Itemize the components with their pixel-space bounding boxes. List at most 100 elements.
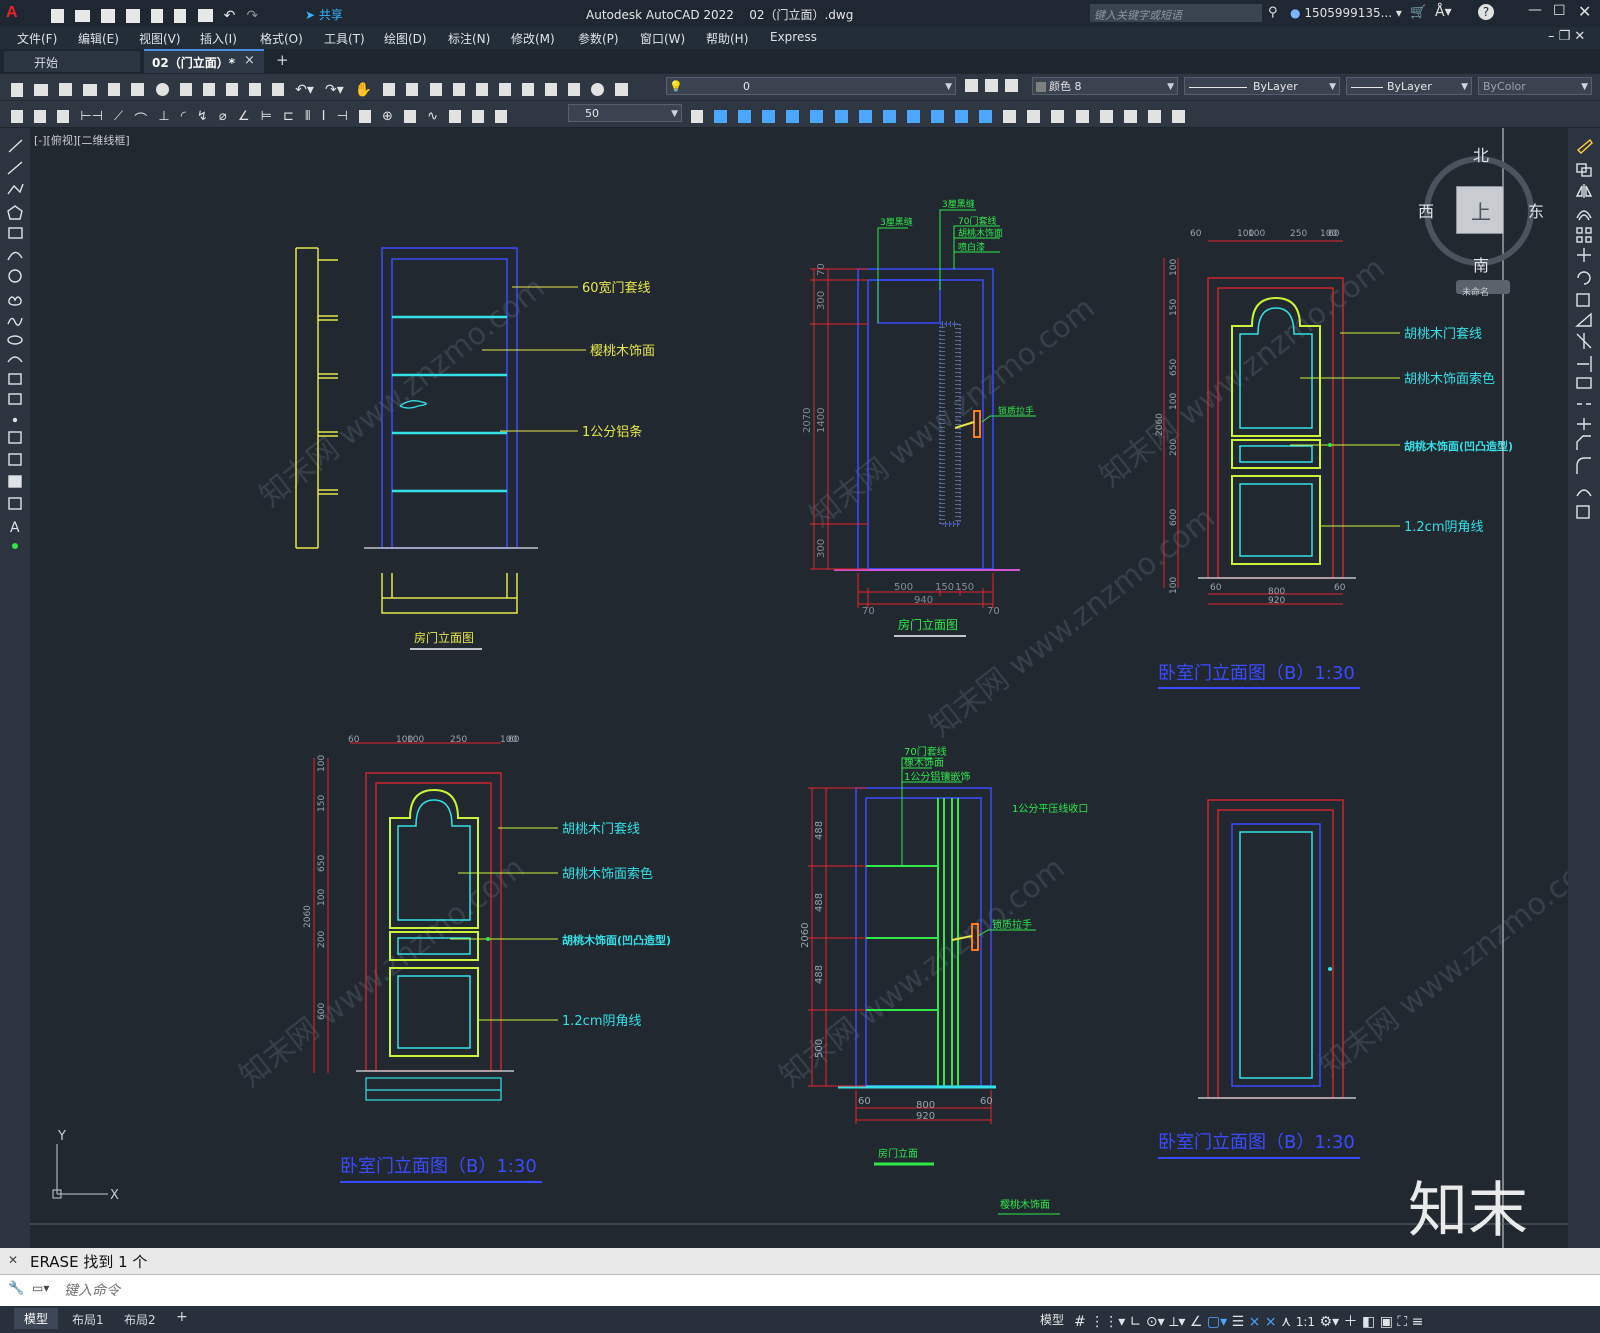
dim-text-edit-icon[interactable]	[472, 110, 485, 123]
menu-draw[interactable]: 绘图(D)	[384, 30, 427, 47]
search-icon[interactable]: ⚲	[1268, 5, 1278, 20]
add-layout-button[interactable]: +	[176, 1309, 188, 1325]
layer-previous-icon[interactable]	[985, 79, 998, 92]
web-icon[interactable]	[155, 83, 169, 96]
door-elevation-5[interactable]: 488 488 2060 488 500 60 800 60 920 70门套线…	[800, 745, 1088, 1166]
object-snap-icon[interactable]: ▢▾	[1207, 1314, 1227, 1330]
mirror-icon[interactable]	[738, 110, 752, 123]
customization-icon[interactable]: ≡	[1412, 1314, 1424, 1330]
stretch-icon[interactable]	[882, 110, 896, 123]
scale-icon[interactable]	[858, 110, 872, 123]
dim-continue-icon[interactable]: ⫴	[305, 109, 310, 125]
layout-tab-1[interactable]: 布局1	[72, 1311, 104, 1328]
menu-file[interactable]: 文件(F)	[17, 30, 57, 47]
share-button[interactable]: ➤ 共享	[305, 6, 343, 23]
dim-aligned-icon[interactable]: ⟋	[114, 109, 123, 125]
pan-icon[interactable]: ✋	[355, 82, 372, 98]
array-icon[interactable]	[786, 110, 800, 123]
chamfer-icon[interactable]	[1003, 110, 1017, 123]
object-snap-tracking-icon[interactable]: ∠	[1190, 1314, 1203, 1330]
color-dropdown[interactable]: 颜色 8 ▼	[1032, 77, 1178, 95]
plot-icon[interactable]	[83, 83, 98, 96]
zoom-window-icon[interactable]	[406, 83, 419, 96]
draworder-icon[interactable]	[1123, 110, 1137, 123]
dim-diameter-icon[interactable]: ⌀	[219, 109, 227, 125]
move-icon[interactable]	[810, 110, 824, 123]
isodraft-icon[interactable]: ⟂▾	[1169, 1314, 1185, 1330]
markup-icon[interactable]	[545, 83, 558, 96]
cut-icon[interactable]	[179, 83, 192, 96]
help-icon[interactable]	[591, 83, 605, 96]
open-icon[interactable]	[34, 83, 49, 96]
dim-break-icon[interactable]: ⊣	[337, 109, 348, 125]
sheetset-icon[interactable]	[521, 83, 534, 96]
command-close-icon[interactable]: ✕	[8, 1253, 18, 1267]
ucs-menu[interactable]: 未命名	[1456, 280, 1510, 298]
group-icon[interactable]	[1075, 110, 1089, 123]
quick-dim-icon[interactable]: ⊨	[261, 109, 272, 125]
jogged-linear-icon[interactable]: ∿	[427, 109, 438, 125]
menu-insert[interactable]: 插入(I)	[200, 30, 237, 47]
menu-edit[interactable]: 编辑(E)	[78, 30, 119, 47]
zoom-previous-icon[interactable]	[429, 83, 442, 96]
send-back-icon[interactable]	[1171, 110, 1185, 123]
layout-tab-2[interactable]: 布局2	[124, 1311, 156, 1328]
join-icon[interactable]	[979, 110, 993, 123]
dim-style-update-icon[interactable]	[691, 110, 703, 123]
viewcube[interactable]: 上 北 南 西 东 未命名	[1418, 146, 1550, 308]
qnew-icon[interactable]	[11, 82, 23, 97]
grid-icon[interactable]: #	[1074, 1314, 1086, 1330]
menu-format[interactable]: 格式(O)	[260, 30, 303, 47]
layer-dropdown[interactable]: 💡 0 ▼	[666, 77, 956, 95]
menu-view[interactable]: 视图(V)	[139, 30, 181, 47]
menu-dimension[interactable]: 标注(N)	[448, 30, 490, 47]
fillet-icon[interactable]	[1027, 110, 1041, 123]
workspace-gear-icon[interactable]: ⚙▾	[1320, 1314, 1340, 1330]
blockeditor-icon[interactable]	[272, 83, 285, 96]
saveas-icon[interactable]	[126, 8, 141, 23]
compass-north[interactable]: 北	[1473, 142, 1489, 166]
undo-icon[interactable]: ↶▾	[295, 82, 314, 98]
center-mark-icon[interactable]: ⊕	[382, 109, 393, 125]
customize-icon[interactable]: 🔧	[8, 1281, 24, 1296]
designcenter-icon[interactable]	[475, 83, 488, 96]
auto-scale-icon[interactable]: ⨯	[1265, 1314, 1277, 1330]
matchprop-icon[interactable]	[248, 83, 261, 96]
bring-front-icon[interactable]	[1147, 110, 1161, 123]
save-to-web-icon[interactable]	[151, 8, 164, 23]
dim-jogged-icon[interactable]: ↯	[197, 109, 208, 125]
copy-object-icon[interactable]	[714, 110, 728, 123]
dimscale-dropdown[interactable]: 50 ▼	[568, 104, 682, 122]
menu-window[interactable]: 窗口(W)	[640, 30, 685, 47]
menu-express[interactable]: Express	[770, 30, 817, 44]
menu-tools[interactable]: 工具(T)	[324, 30, 365, 47]
layer-properties-icon[interactable]	[615, 83, 629, 96]
menu-modify[interactable]: 修改(M)	[511, 30, 555, 47]
lineweight-icon[interactable]: ☰	[1232, 1314, 1245, 1330]
paste-icon[interactable]	[225, 83, 238, 96]
compass-west[interactable]: 西	[1418, 198, 1434, 222]
close-icon[interactable]: ✕	[1578, 2, 1591, 21]
make-current-layer-icon[interactable]	[965, 79, 978, 92]
save-icon[interactable]	[101, 8, 116, 23]
hardware-accel-icon[interactable]: ▣	[1380, 1314, 1393, 1330]
drawing-canvas[interactable]: [-][俯视][二维线框] 知末网 www.znzmo.com 知末网 www.…	[30, 128, 1568, 1248]
dim-space-icon[interactable]: Ι	[322, 109, 326, 125]
preview-icon[interactable]	[108, 83, 121, 96]
dim-style-icon[interactable]	[11, 110, 23, 123]
autocad-logo-icon[interactable]: A	[6, 4, 24, 22]
polar-icon[interactable]: ⊙▾	[1146, 1314, 1165, 1330]
door-elevation-4[interactable]: 60 100 100 250 100 60 100 150 650 100 20…	[303, 735, 671, 1183]
annotation-visibility-icon[interactable]: ⨯	[1249, 1314, 1261, 1330]
redo-icon[interactable]: ↷▾	[325, 82, 344, 98]
undo-icon[interactable]: ↶	[224, 8, 236, 24]
cart-icon[interactable]: 🛒	[1410, 5, 1426, 20]
redo-icon[interactable]: ↷	[246, 8, 258, 24]
ortho-icon[interactable]: ∟	[1130, 1314, 1142, 1330]
open-icon[interactable]	[75, 9, 91, 22]
tab-start[interactable]: 开始	[4, 51, 140, 72]
dim-reassociate-icon[interactable]	[495, 110, 508, 123]
menu-help[interactable]: 帮助(H)	[706, 30, 748, 47]
dim-arc-icon[interactable]: ⌒	[134, 109, 147, 128]
dim-update-icon[interactable]	[34, 110, 47, 123]
